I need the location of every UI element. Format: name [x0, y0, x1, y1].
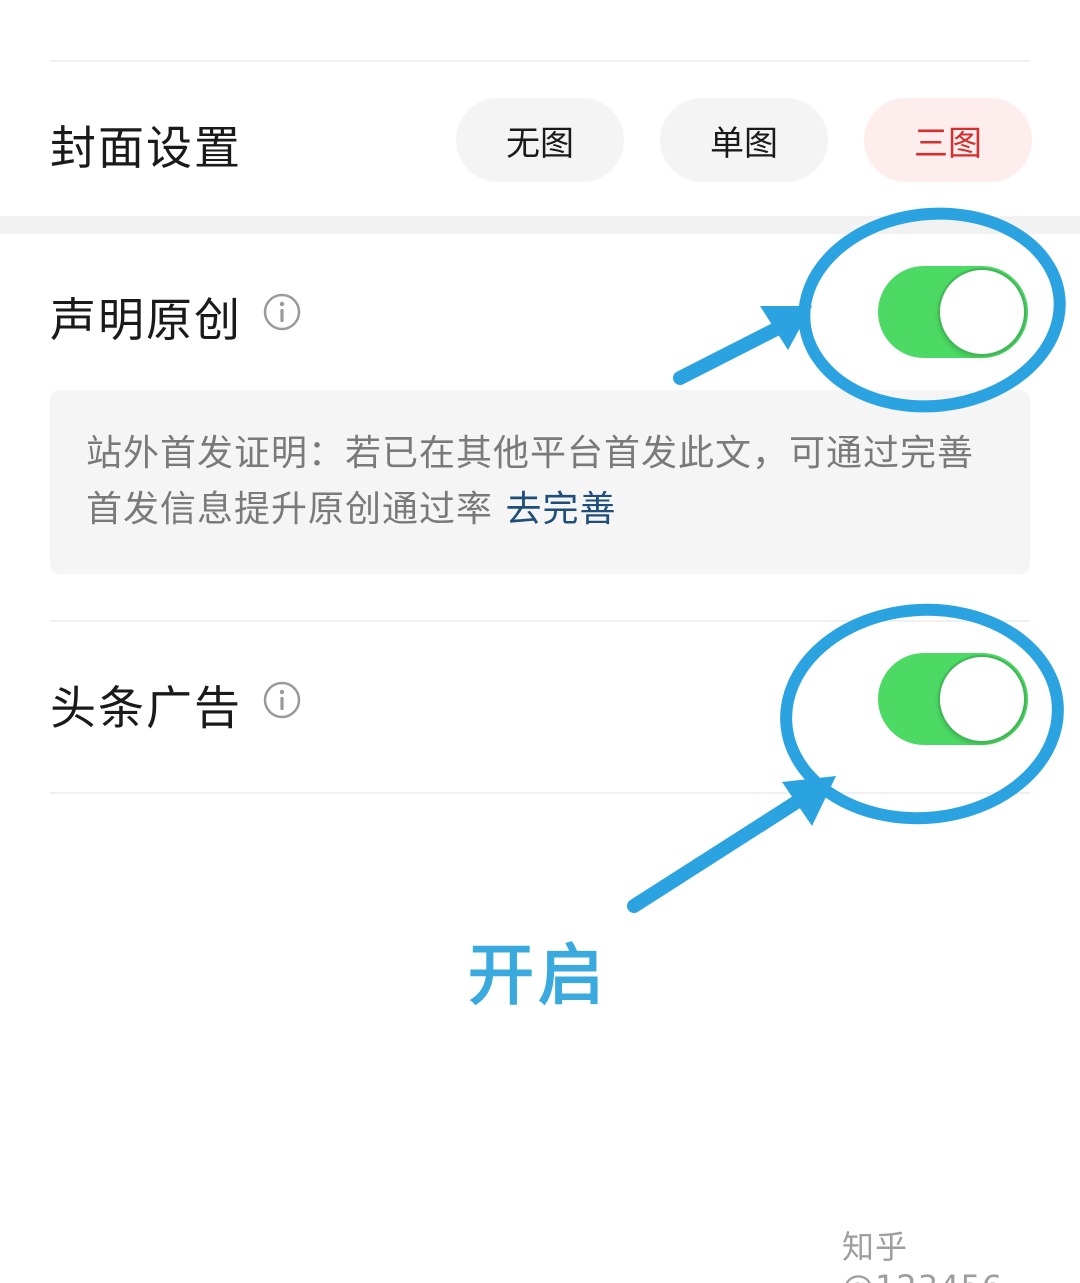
top-divider: [50, 60, 1030, 62]
notice-text: 站外首发证明：若已在其他平台首发此文，可通过完善首发信息提升原创通过率 去完善: [86, 426, 994, 538]
annotation-overlay: [627, 207, 1066, 913]
cover-option-three-images[interactable]: 三图: [864, 98, 1032, 182]
middle-divider: [50, 620, 1030, 622]
original-declaration-title: 声明原创: [50, 293, 242, 347]
toutiao-ads-toggle[interactable]: [878, 653, 1028, 745]
cover-option-no-image[interactable]: 无图: [456, 98, 624, 182]
original-declaration-toggle[interactable]: [878, 266, 1028, 358]
bottom-divider: [50, 792, 1030, 794]
toggle-knob: [938, 268, 1026, 356]
annotation-arrow-ads: [627, 789, 813, 913]
toutiao-ads-title: 头条广告: [50, 681, 242, 735]
annotation-arrowhead-original: [760, 306, 812, 350]
info-circle-icon[interactable]: [262, 680, 302, 720]
first-publish-notice: 站外首发证明：若已在其他平台首发此文，可通过完善首发信息提升原创通过率 去完善: [50, 390, 1030, 574]
toggle-knob: [938, 655, 1026, 743]
annotation-arrow-original: [673, 315, 797, 385]
complete-info-link[interactable]: 去完善: [505, 489, 616, 530]
cover-settings-title: 封面设置: [50, 121, 242, 175]
watermark: 知乎 @123456: [842, 1228, 1002, 1283]
info-circle-icon[interactable]: [262, 292, 302, 332]
annotation-label: 开启: [468, 937, 608, 1014]
cover-option-single-image[interactable]: 单图: [660, 98, 828, 182]
annotation-arrowhead-ads: [782, 776, 836, 826]
section-separator: [0, 216, 1080, 234]
